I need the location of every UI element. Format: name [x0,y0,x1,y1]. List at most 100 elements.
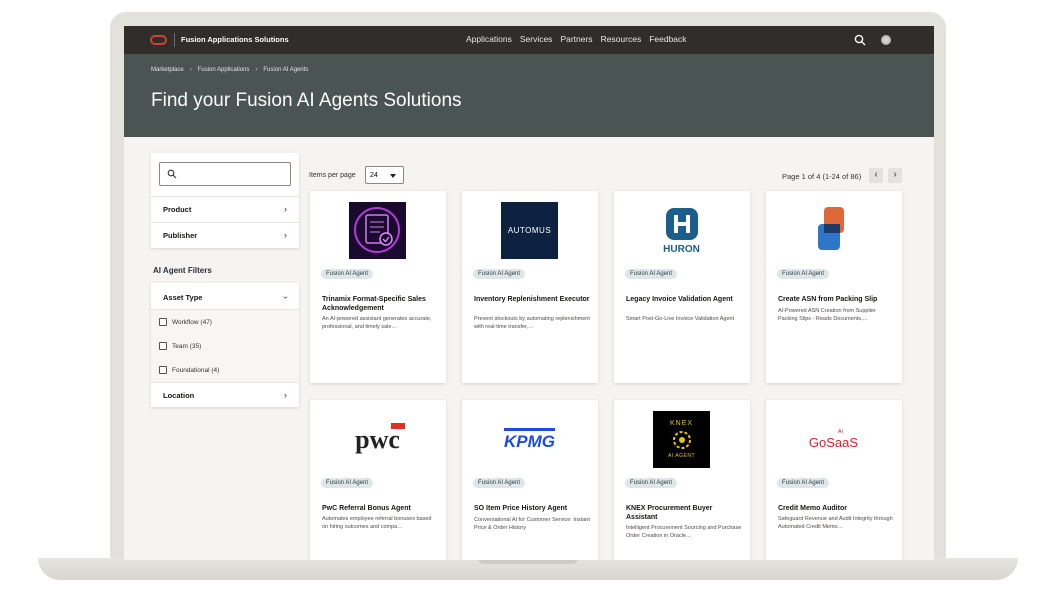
solution-card[interactable]: HURON Fusion AI Agent Legacy Invoice Val… [614,191,750,383]
solution-card[interactable]: pwc Fusion AI Agent PwC Referral Bonus A… [310,400,446,560]
checkbox-label: Foundational (4) [172,366,220,374]
breadcrumb-fusion-applications[interactable]: Fusion Applications [198,67,250,73]
chevron-right-icon: › [284,230,287,240]
filters-heading: AI Agent Filters [153,266,212,275]
pwc-logo-text: pwc [355,424,400,454]
knex-logo-subtext: AI AGENT [667,453,696,459]
huron-mark-icon [665,208,698,240]
search-input[interactable] [159,162,291,186]
type-badge: Fusion AI Agent [625,478,678,488]
checkbox-foundational[interactable]: Foundational (4) [159,366,219,374]
asset-type-label: Asset Type [163,293,203,302]
type-badge: Fusion AI Agent [777,478,830,488]
page-title: Find your Fusion AI Agents Solutions [151,90,462,111]
kpmg-logo-text: KPMG [504,427,555,452]
checkbox-workflow[interactable]: Workflow (47) [159,318,212,326]
divider [151,196,299,197]
caret-down-icon [390,174,396,178]
solution-card[interactable]: KNEX AI AGENT Fusion AI Agent KNEX Procu… [614,400,750,560]
card-description: Intelligent Procurement Sourcing and Pur… [626,525,742,539]
page-info: Page 1 of 4 (1-24 of 86) [782,172,862,181]
solution-card[interactable]: Fusion AI Agent Create ASN from Packing … [766,191,902,383]
automus-logo-text: AUTOMUS [507,226,552,235]
knex-logo-text: KNEX [669,420,694,427]
divider [151,222,299,223]
items-per-page-select[interactable]: 24 [365,166,404,184]
knex-emblem-icon [672,431,691,449]
gosaas-logo-text: GoSaaS [808,434,859,450]
hero-banner: Marketplace › Fusion Applications › Fusi… [124,54,934,137]
gosaas-logo: AI GoSaaS [805,411,862,468]
type-badge: Fusion AI Agent [473,269,526,279]
card-description: Automates employee referral bonuses base… [322,516,432,530]
items-per-page-value: 24 [370,172,378,179]
product-filter-label: Product [163,205,192,214]
nav-services[interactable]: Services [520,34,553,44]
pwc-logo: pwc [349,411,406,468]
card-title[interactable]: Legacy Invoice Validation Agent [626,295,742,304]
pwc-accent [391,423,405,429]
huron-logo-text: HURON [663,244,700,255]
kpmg-logo: KPMG [501,411,558,468]
solution-card[interactable]: AUTOMUS Fusion AI Agent Inventory Replen… [462,191,598,383]
asset-type-filter[interactable]: Asset Type › [163,293,291,302]
browser-screen: Fusion Applications Solutions Applicatio… [124,26,934,560]
oracle-logo-icon[interactable] [150,35,167,45]
card-title[interactable]: SO Item Price History Agent [474,504,590,513]
main-nav: Applications Services Partners Resources… [466,34,687,44]
publisher-filter-label: Publisher [163,231,198,240]
card-description: Smart Post-Go-Live Invoice Validation Ag… [626,316,735,322]
site-title[interactable]: Fusion Applications Solutions [181,35,289,44]
checkbox[interactable] [159,342,167,350]
top-navigation-bar: Fusion Applications Solutions Applicatio… [124,26,934,54]
card-description: Conversational AI for Customer Service: … [474,517,590,531]
header-divider [174,33,175,47]
solution-card[interactable]: KPMG Fusion AI Agent SO Item Price Histo… [462,400,598,560]
nav-feedback[interactable]: Feedback [649,34,686,44]
checkbox-label: Workflow (47) [172,318,212,326]
card-title[interactable]: Inventory Replenishment Executor [474,295,590,304]
trinamix-logo [349,202,406,259]
breadcrumb-marketplace[interactable]: Marketplace [151,67,184,73]
card-title[interactable]: Credit Memo Auditor [778,504,894,513]
card-description: AI-Powered ASN Creation from Supplier Pa… [778,308,876,322]
type-badge: Fusion AI Agent [777,269,830,279]
solution-card[interactable]: Fusion AI Agent Trinamix Format-Specific… [310,191,446,383]
card-title[interactable]: PwC Referral Bonus Agent [322,504,438,513]
laptop-base [38,558,1018,580]
nav-applications[interactable]: Applications [466,34,512,44]
type-badge: Fusion AI Agent [473,478,526,488]
items-per-page-label: Items per page [309,172,356,179]
chevron-down-icon: › [281,296,291,299]
product-filter[interactable]: Product › [163,204,287,215]
type-badge: Fusion AI Agent [625,269,678,279]
location-filter-label: Location [163,391,195,400]
solution-card[interactable]: AI GoSaaS Fusion AI Agent Credit Memo Au… [766,400,902,560]
search-icon[interactable] [854,34,866,46]
checkbox[interactable] [159,318,167,326]
nav-resources[interactable]: Resources [601,34,642,44]
card-description: An AI-powered assistant generates accura… [322,316,432,330]
card-description: Prevent stockouts by automating replenis… [474,316,590,330]
divider [151,382,299,383]
asn-logo [805,202,862,259]
globe-icon[interactable] [881,35,891,45]
card-title[interactable]: Create ASN from Packing Slip [778,295,894,304]
card-title[interactable]: Trinamix Format-Specific Sales Acknowled… [322,295,438,313]
chevron-right-icon: › [284,204,287,214]
search-icon [167,169,177,179]
prev-page-button[interactable]: ‹ [869,168,883,183]
checkbox-team[interactable]: Team (35) [159,342,201,350]
automus-logo: AUTOMUS [501,202,558,259]
card-description: Safeguard Revenue and Audit Integrity th… [778,516,893,530]
breadcrumb-fusion-ai-agents[interactable]: Fusion AI Agents [263,67,308,73]
next-page-button[interactable]: › [888,168,902,183]
checkbox[interactable] [159,366,167,374]
publisher-filter[interactable]: Publisher › [163,230,287,241]
card-title[interactable]: KNEX Procurement Buyer Assistant [626,504,742,522]
type-badge: Fusion AI Agent [321,269,374,279]
location-filter[interactable]: Location › [163,390,287,401]
breadcrumb-separator-icon: › [255,67,258,73]
nav-partners[interactable]: Partners [560,34,592,44]
chevron-right-icon: › [284,390,287,400]
